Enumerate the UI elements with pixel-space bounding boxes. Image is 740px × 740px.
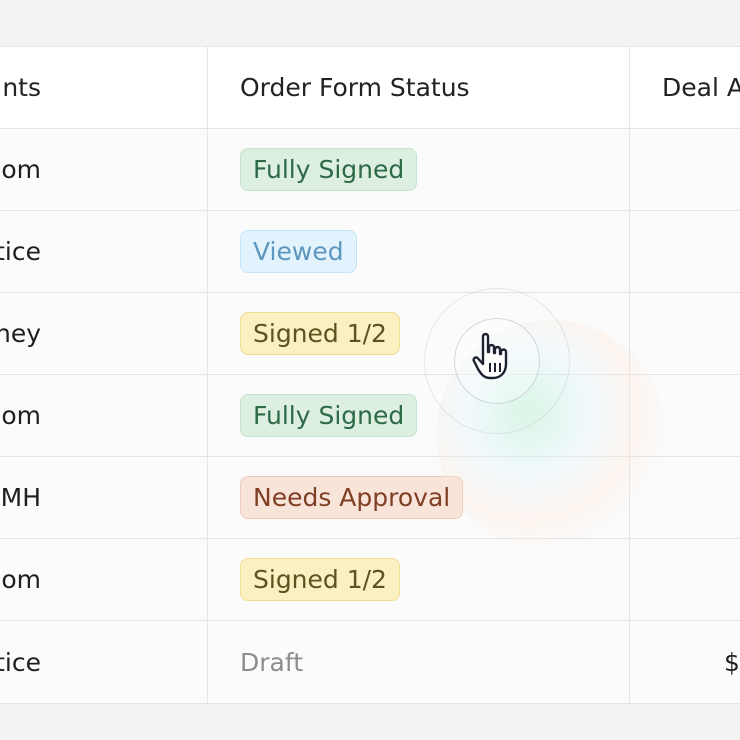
column-header-accounts[interactable]: nts bbox=[0, 47, 208, 128]
status-cell: Viewed bbox=[208, 211, 630, 292]
amount-cell bbox=[630, 375, 740, 456]
status-badge[interactable]: Fully Signed bbox=[240, 394, 418, 437]
account-cell: MH bbox=[0, 457, 208, 538]
status-cell: Fully Signed bbox=[208, 375, 630, 456]
column-header-order-form-status[interactable]: Order Form Status bbox=[208, 47, 630, 128]
amount-cell bbox=[630, 539, 740, 620]
account-cell: sney bbox=[0, 293, 208, 374]
table-row[interactable]: MH Needs Approval bbox=[0, 457, 740, 539]
status-badge[interactable]: Signed 1/2 bbox=[240, 312, 400, 355]
status-badge[interactable]: Needs Approval bbox=[240, 476, 464, 519]
account-cell: ttice bbox=[0, 211, 208, 292]
deals-table: nts Order Form Status Deal A om Fully Si… bbox=[0, 46, 740, 704]
table-header-row: nts Order Form Status Deal A bbox=[0, 47, 740, 129]
table-row[interactable]: ttice Viewed bbox=[0, 211, 740, 293]
table-row[interactable]: sney Signed 1/2 bbox=[0, 293, 740, 375]
status-badge[interactable]: Viewed bbox=[240, 230, 357, 273]
account-cell: om bbox=[0, 539, 208, 620]
status-badge[interactable]: Fully Signed bbox=[240, 148, 418, 191]
status-cell: Fully Signed bbox=[208, 129, 630, 210]
amount-cell: $ bbox=[724, 647, 740, 677]
table-row[interactable]: ttice Draft $ bbox=[0, 621, 740, 703]
table-row[interactable]: om Signed 1/2 bbox=[0, 539, 740, 621]
amount-cell bbox=[630, 211, 740, 292]
screen: nts Order Form Status Deal A om Fully Si… bbox=[0, 0, 740, 740]
status-cell: Signed 1/2 bbox=[208, 539, 630, 620]
status-cell: Needs Approval bbox=[208, 457, 630, 538]
amount-cell bbox=[630, 129, 740, 210]
status-cell: Signed 1/2 bbox=[208, 293, 630, 374]
column-header-deal-amount[interactable]: Deal A bbox=[630, 47, 740, 128]
amount-cell bbox=[630, 293, 740, 374]
table-row[interactable]: om Fully Signed bbox=[0, 129, 740, 211]
table-row[interactable]: tercom Fully Signed bbox=[0, 375, 740, 457]
status-text-draft: Draft bbox=[240, 647, 304, 677]
amount-cell bbox=[630, 457, 740, 538]
status-cell: Draft bbox=[208, 621, 630, 703]
account-cell: tercom bbox=[0, 375, 208, 456]
status-badge[interactable]: Signed 1/2 bbox=[240, 558, 400, 601]
account-cell: ttice bbox=[0, 621, 208, 703]
account-cell: om bbox=[0, 129, 208, 210]
